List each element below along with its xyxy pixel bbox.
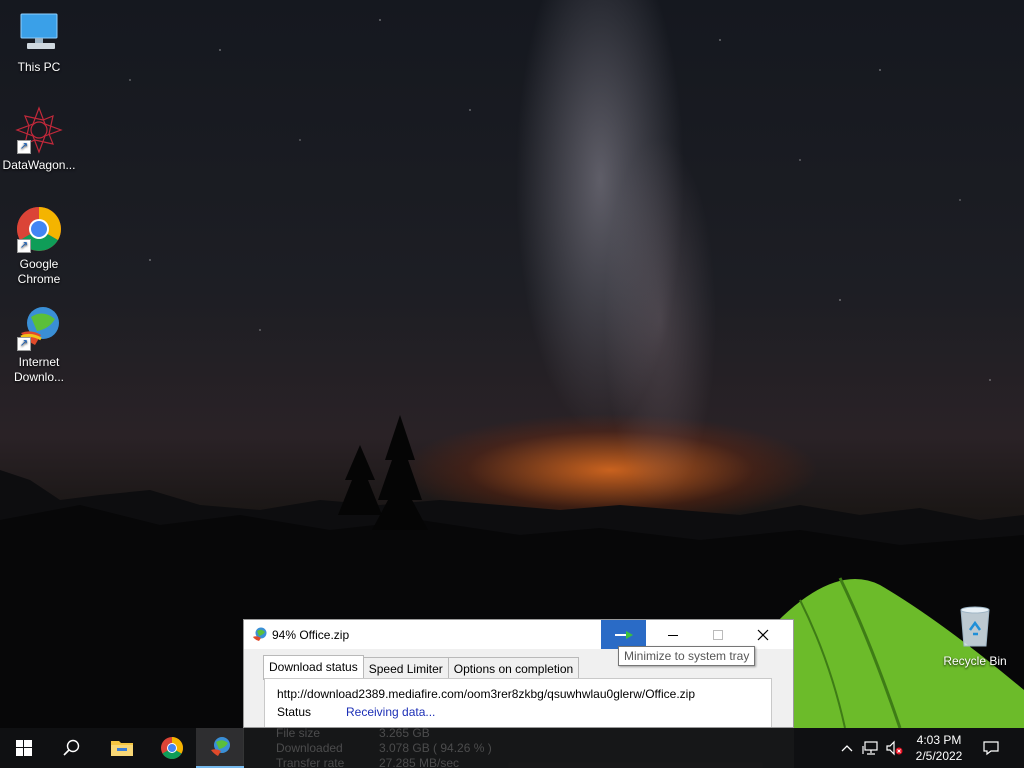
taskbar-google-chrome[interactable] xyxy=(148,728,196,768)
desktop-icon-datawagon[interactable]: ↗ DataWagon... xyxy=(0,106,78,173)
desktop-icon-internet-download-manager[interactable]: ↗ Internet Downlo... xyxy=(0,303,78,385)
window-title-bar[interactable]: 94% Office.zip xyxy=(244,620,793,649)
tab-options-on-completion[interactable]: Options on completion xyxy=(447,657,580,679)
recycle-bin-icon xyxy=(951,602,999,650)
search-button[interactable] xyxy=(48,728,96,768)
taskbar-file-explorer[interactable] xyxy=(98,728,146,768)
transfer-rate-row: Transfer rate 27.285 MB/sec xyxy=(276,756,459,768)
idm-icon xyxy=(253,627,267,641)
file-explorer-icon xyxy=(111,741,133,756)
window-title: 94% Office.zip xyxy=(272,628,350,642)
minimize-icon xyxy=(667,634,678,636)
file-size-row: File size 3.265 GB xyxy=(276,728,430,740)
shortcut-arrow-icon: ↗ xyxy=(17,140,31,154)
minimize-button[interactable] xyxy=(650,620,695,649)
desktop-icon-recycle-bin[interactable]: Recycle Bin xyxy=(936,602,1014,669)
transfer-rate-label: Transfer rate xyxy=(276,756,345,768)
transfer-rate-value: 27.285 MB/sec xyxy=(379,756,460,768)
idm-icon: ↗ xyxy=(15,303,63,351)
tab-download-status[interactable]: Download status xyxy=(263,655,364,680)
chrome-icon: ↗ xyxy=(15,205,63,253)
minimize-to-tray-tooltip: Minimize to system tray xyxy=(618,646,756,666)
start-icon xyxy=(16,740,32,756)
desktop-icon-google-chrome[interactable]: ↗ Google Chrome xyxy=(0,205,78,287)
chevron-up-icon xyxy=(841,745,853,752)
status-label: Status xyxy=(277,705,312,719)
window-overflow-behind-taskbar: File size 3.265 GB Downloaded 3.078 GB (… xyxy=(243,728,794,768)
minimize-to-tray-button[interactable] xyxy=(601,620,646,649)
desktop-icon-label: Internet Downlo... xyxy=(13,355,65,384)
close-button[interactable] xyxy=(740,620,785,649)
maximize-button[interactable] xyxy=(695,620,740,649)
maximize-icon xyxy=(712,629,723,640)
network-icon xyxy=(862,741,878,755)
taskbar-internet-download-manager[interactable] xyxy=(196,728,244,768)
desktop-icon-label: This PC xyxy=(17,60,61,74)
tab-strip: Download status Speed Limiter Options on… xyxy=(263,655,580,680)
download-url: http://download2389.mediafire.com/oom3re… xyxy=(277,687,696,701)
desktop-icon-label: Recycle Bin xyxy=(943,654,1007,668)
shortcut-arrow-icon: ↗ xyxy=(17,239,31,253)
shortcut-arrow-icon: ↗ xyxy=(17,337,31,351)
start-button[interactable] xyxy=(0,728,48,768)
tab-speed-limiter[interactable]: Speed Limiter xyxy=(362,657,449,679)
status-value: Receiving data... xyxy=(346,705,436,719)
notification-icon xyxy=(983,741,999,756)
file-size-label: File size xyxy=(276,728,321,740)
taskbar: File size 3.265 GB Downloaded 3.078 GB (… xyxy=(0,728,1024,768)
download-progress-window[interactable]: 94% Office.zip Download status Speed Lim… xyxy=(243,619,794,728)
close-icon xyxy=(757,629,768,640)
datawagon-icon: ↗ xyxy=(15,106,63,154)
idm-icon xyxy=(211,737,230,756)
clock-date: 2/5/2022 xyxy=(915,749,963,763)
downloaded-row: Downloaded 3.078 GB ( 94.26 % ) xyxy=(276,741,492,755)
show-hidden-icons-button[interactable] xyxy=(838,728,856,768)
search-icon xyxy=(63,739,80,756)
this-pc-icon xyxy=(15,8,63,56)
download-status-panel: http://download2389.mediafire.com/oom3re… xyxy=(264,678,772,727)
chrome-icon xyxy=(161,737,183,759)
desktop-icon-label: DataWagon... xyxy=(2,158,76,172)
minimize-to-tray-icon xyxy=(614,630,633,639)
clock-time: 4:03 PM xyxy=(916,733,962,747)
desktop-icon-this-pc[interactable]: This PC xyxy=(0,8,78,75)
downloaded-label: Downloaded xyxy=(276,741,343,755)
downloaded-value: 3.078 GB ( 94.26 % ) xyxy=(379,741,492,755)
taskbar-clock[interactable]: 4:03 PM 2/5/2022 xyxy=(900,732,978,764)
file-size-value: 3.265 GB xyxy=(379,728,430,740)
desktop-icon-label: Google Chrome xyxy=(17,257,61,286)
network-button[interactable] xyxy=(861,728,881,768)
status-row: Status Receiving data... xyxy=(277,705,435,719)
action-center-button[interactable] xyxy=(978,728,1004,768)
